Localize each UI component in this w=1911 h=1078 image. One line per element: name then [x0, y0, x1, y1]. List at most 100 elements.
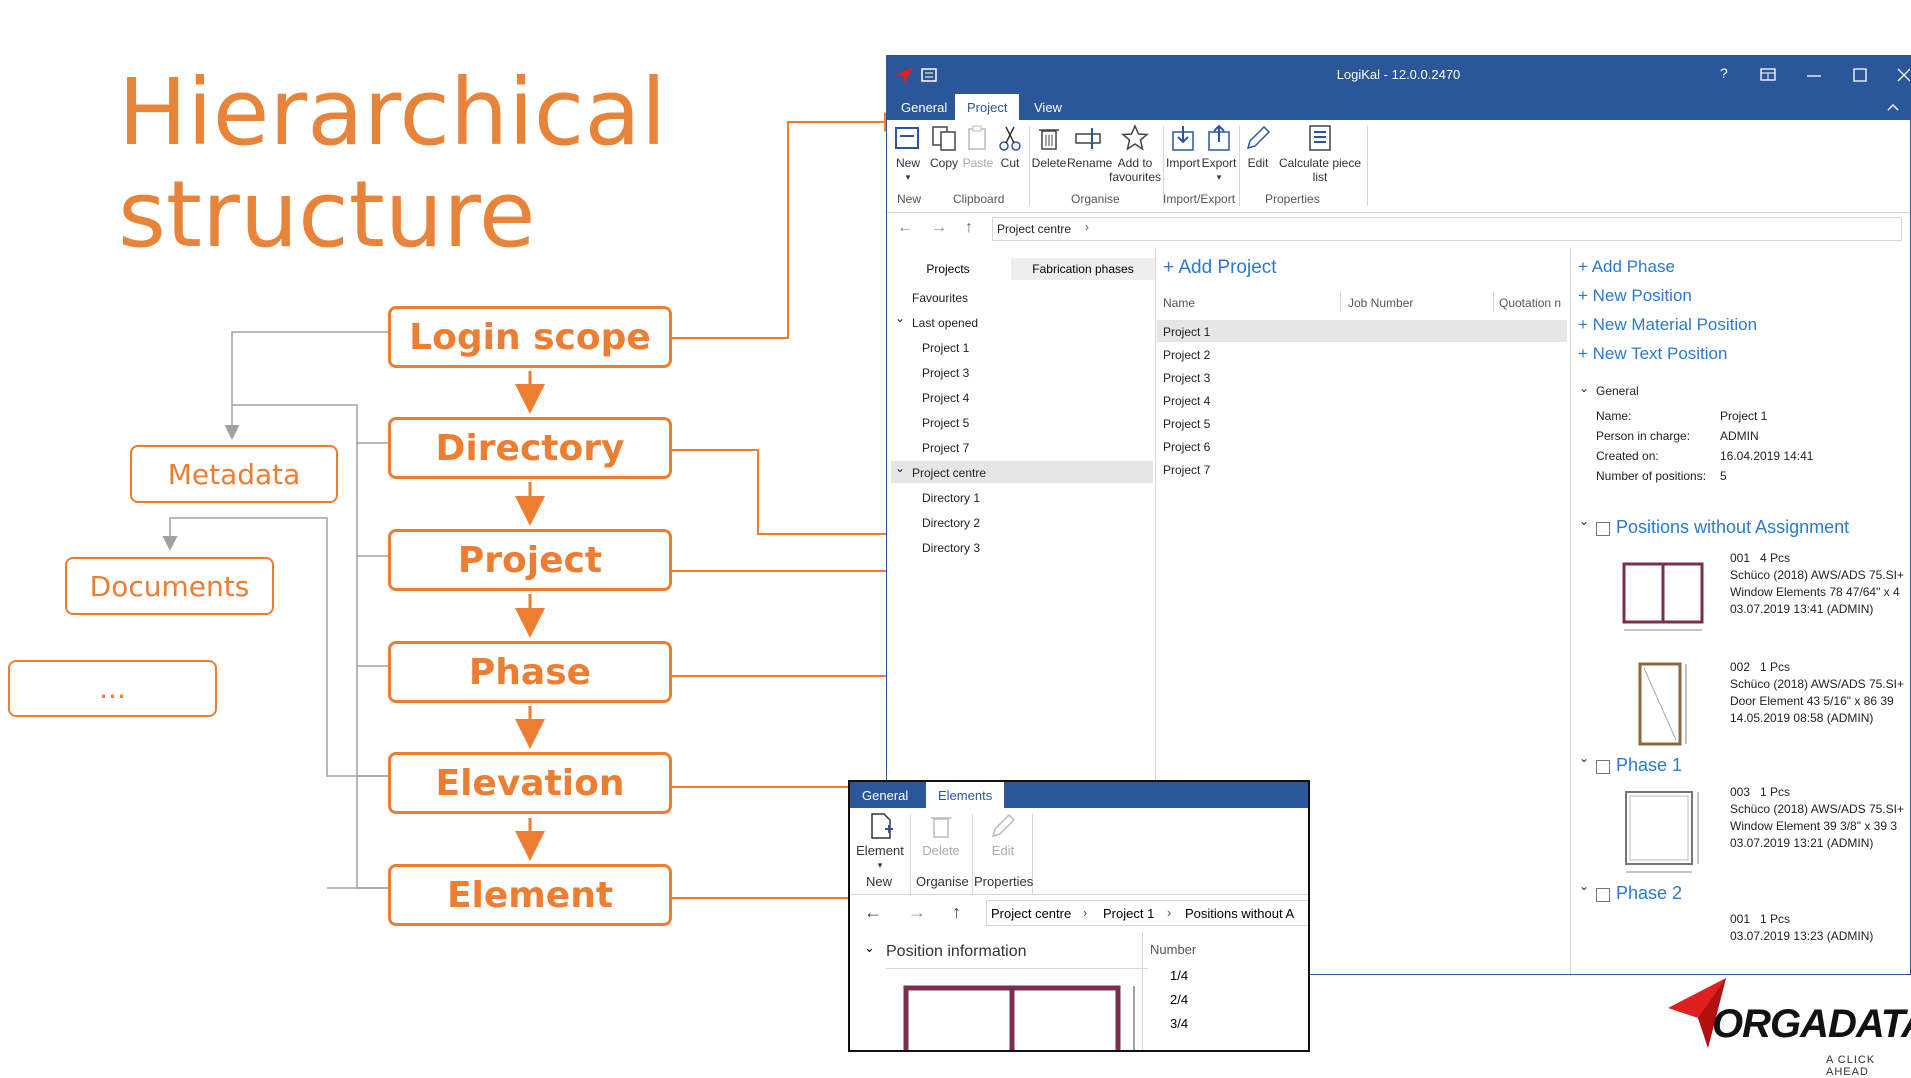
number-row[interactable]: 3/4: [1170, 1016, 1188, 1031]
new-material-position-button[interactable]: + New Material Position: [1578, 315, 1757, 335]
project-row[interactable]: Project 5: [1163, 417, 1210, 431]
maximize-icon[interactable]: [1853, 68, 1867, 82]
tab-elements[interactable]: Elements: [926, 782, 1005, 808]
scissors-icon: [999, 126, 1021, 151]
group-organise-label: Organise: [916, 874, 969, 889]
chevron-down-icon[interactable]: ⌄: [864, 940, 875, 956]
tree-project-centre[interactable]: Project centre: [912, 466, 986, 480]
breadcrumb-positions[interactable]: Positions without A: [1185, 906, 1294, 921]
column-number[interactable]: Number: [1150, 942, 1196, 957]
collapse-ribbon-icon[interactable]: [1887, 103, 1899, 111]
elements-menu-tabs: General Elements: [850, 782, 1308, 808]
positions-without-assignment-header[interactable]: Positions without Assignment: [1616, 517, 1849, 538]
restore-layout-icon[interactable]: [1760, 68, 1776, 82]
new-element-icon: [871, 813, 893, 839]
phase-1-header[interactable]: Phase 1: [1616, 755, 1682, 776]
chevron-down-icon[interactable]: ⌄: [895, 311, 905, 325]
breadcrumb-project-1[interactable]: Project 1: [1103, 906, 1154, 921]
chevron-down-icon[interactable]: ⌄: [1579, 751, 1589, 765]
rename-button[interactable]: Rename: [1067, 124, 1112, 170]
position-information-header[interactable]: Position information: [886, 943, 1027, 961]
up-arrow-icon[interactable]: ↑: [952, 902, 961, 923]
forward-arrow-icon[interactable]: →: [908, 902, 926, 923]
project-row[interactable]: Project 2: [1163, 348, 1210, 362]
tab-general[interactable]: General: [889, 94, 959, 120]
chevron-down-icon[interactable]: ⌄: [895, 461, 905, 475]
door-element-thumbnail[interactable]: [1630, 660, 1696, 752]
breadcrumb-field[interactable]: Project centre ›: [992, 217, 1902, 241]
new-position-button[interactable]: + New Position: [1578, 286, 1692, 306]
ribbon-divider: [1029, 126, 1030, 206]
new-position-label: New Position: [1592, 286, 1692, 305]
add-project-label: Add Project: [1178, 257, 1277, 278]
up-arrow-icon[interactable]: ↑: [965, 219, 973, 237]
close-icon[interactable]: [1897, 68, 1911, 82]
tree-item[interactable]: Project 7: [922, 441, 969, 455]
chevron-down-icon[interactable]: ⌄: [1579, 879, 1589, 893]
chevron-down-icon: ▾: [877, 860, 883, 870]
phase-2-header[interactable]: Phase 2: [1616, 883, 1682, 904]
tree-directory[interactable]: Directory 2: [922, 516, 980, 530]
tree-last-opened[interactable]: Last opened: [912, 316, 978, 330]
paste-button[interactable]: Paste: [961, 124, 995, 170]
tab-general[interactable]: General: [850, 782, 920, 808]
tree-favourites[interactable]: Favourites: [912, 291, 968, 305]
delete-button[interactable]: Delete: [916, 812, 966, 858]
project-row[interactable]: Project 3: [1163, 371, 1210, 385]
breadcrumb-project-centre[interactable]: Project centre: [991, 906, 1071, 921]
tab-project[interactable]: Project: [955, 94, 1020, 120]
add-to-favourites-button[interactable]: Add to favourites: [1109, 124, 1161, 184]
project-row[interactable]: Project 6: [1163, 440, 1210, 454]
breadcrumb-project-centre[interactable]: Project centre: [997, 222, 1071, 236]
back-arrow-icon[interactable]: ←: [864, 902, 882, 923]
chevron-down-icon[interactable]: ⌄: [1579, 514, 1589, 528]
tab-view[interactable]: View: [1022, 94, 1074, 120]
column-quotation[interactable]: Quotation n: [1499, 296, 1561, 310]
documents-box: Documents: [65, 557, 274, 615]
general-section-header[interactable]: General: [1596, 384, 1639, 398]
minimize-icon[interactable]: [1807, 74, 1821, 78]
tree-item[interactable]: Project 5: [922, 416, 969, 430]
new-text-position-button[interactable]: + New Text Position: [1578, 344, 1727, 364]
back-arrow-icon[interactable]: ←: [897, 219, 913, 237]
add-to-favourites-label: Add to favourites: [1109, 156, 1162, 184]
cut-button[interactable]: Cut: [995, 124, 1025, 170]
project-row[interactable]: Project 4: [1163, 394, 1210, 408]
number-row[interactable]: 2/4: [1170, 992, 1188, 1007]
number-row[interactable]: 1/4: [1170, 968, 1188, 983]
group-new-label: New: [897, 192, 922, 206]
window-element-thumbnail[interactable]: [1620, 560, 1708, 636]
tab-projects[interactable]: Projects: [887, 258, 1009, 280]
section-checkbox[interactable]: [1596, 888, 1610, 902]
tab-fabrication-phases[interactable]: Fabrication phases: [1011, 258, 1155, 280]
element-button[interactable]: Element ▾: [854, 812, 906, 872]
window-element-thumbnail[interactable]: [1620, 788, 1704, 880]
new-button[interactable]: New ▾: [893, 124, 923, 184]
copy-button[interactable]: Copy: [927, 124, 961, 170]
position-qty: 1 Pcs: [1760, 912, 1791, 926]
import-button[interactable]: Import: [1165, 124, 1201, 170]
add-phase-button[interactable]: + Add Phase: [1578, 257, 1675, 277]
cut-button-label: Cut: [1000, 156, 1020, 170]
tree-item[interactable]: Project 4: [922, 391, 969, 405]
column-name[interactable]: Name: [1163, 296, 1195, 310]
edit-button[interactable]: Edit: [978, 812, 1028, 858]
column-job-number[interactable]: Job Number: [1348, 296, 1413, 310]
chevron-down-icon[interactable]: ⌄: [1579, 381, 1589, 395]
add-project-button[interactable]: + Add Project: [1163, 257, 1277, 279]
delete-button[interactable]: Delete: [1031, 124, 1067, 170]
breadcrumb-field[interactable]: Project centre › Project 1 › Positions w…: [986, 900, 1308, 926]
section-checkbox[interactable]: [1596, 760, 1610, 774]
tree-item[interactable]: Project 1: [922, 341, 969, 355]
section-checkbox[interactable]: [1596, 522, 1610, 536]
tree-directory[interactable]: Directory 3: [922, 541, 980, 555]
project-row[interactable]: Project 1: [1163, 325, 1210, 339]
tree-item[interactable]: Project 3: [922, 366, 969, 380]
export-button[interactable]: Export ▾: [1201, 124, 1237, 184]
edit-button[interactable]: Edit: [1243, 124, 1273, 170]
calculate-piece-list-button[interactable]: Calculate piece list: [1275, 124, 1365, 184]
forward-arrow-icon[interactable]: →: [931, 219, 947, 237]
help-button[interactable]: ?: [1720, 65, 1728, 81]
tree-directory[interactable]: Directory 1: [922, 491, 980, 505]
project-row[interactable]: Project 7: [1163, 463, 1210, 477]
